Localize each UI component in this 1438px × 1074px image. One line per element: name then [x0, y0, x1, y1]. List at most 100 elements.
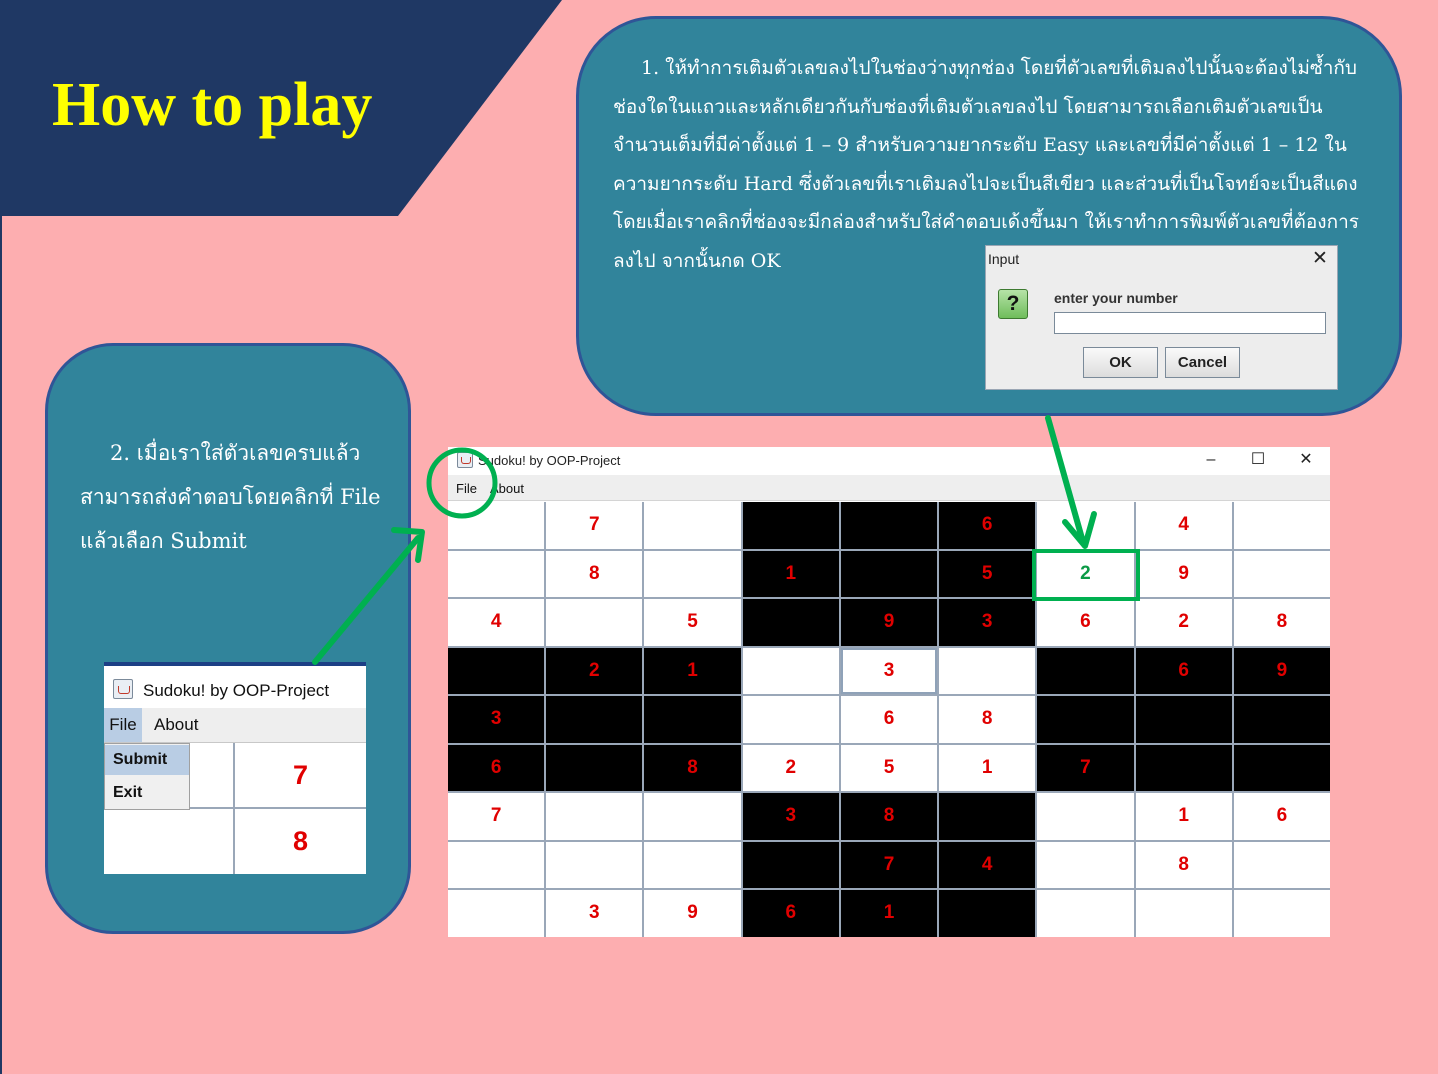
grid-cell[interactable]	[546, 793, 643, 840]
grid-cell[interactable]	[644, 696, 741, 743]
grid-cell[interactable]	[1233, 502, 1330, 549]
grid-cell[interactable]: 9	[1233, 647, 1330, 695]
grid-cell[interactable]: 4	[939, 841, 1036, 889]
grid-cell[interactable]: 1	[939, 744, 1036, 792]
minimize-icon[interactable]: –	[1196, 449, 1226, 473]
menu-item-submit[interactable]: Submit	[105, 745, 189, 775]
window-titlebar: Sudoku! by OOP-Project – ☐ ✕	[448, 447, 1330, 475]
menu-file[interactable]: File	[104, 708, 142, 742]
grid-cell[interactable]	[1135, 890, 1232, 937]
grid-cell[interactable]: 7	[840, 841, 938, 889]
grid-cell[interactable]: 3	[448, 696, 545, 743]
grid-cell[interactable]	[742, 647, 839, 695]
grid-cell[interactable]	[448, 647, 545, 695]
grid-cell[interactable]: 7	[448, 793, 545, 840]
grid-cell[interactable]: 8	[644, 744, 741, 792]
grid-cell[interactable]: 6	[448, 744, 545, 792]
grid-cell[interactable]	[1233, 696, 1330, 743]
grid-cell[interactable]: 1	[742, 550, 839, 598]
maximize-icon[interactable]: ☐	[1243, 449, 1273, 473]
grid-cell[interactable]: 2	[1037, 550, 1134, 598]
grid-cell[interactable]: 6	[1233, 793, 1330, 840]
grid-cell[interactable]: 9	[644, 890, 741, 937]
grid-cell[interactable]: 6	[840, 696, 938, 743]
grid-cell[interactable]: 8	[1135, 841, 1232, 889]
number-input[interactable]	[1054, 312, 1326, 334]
menu-about[interactable]: About	[490, 481, 524, 496]
grid-cell[interactable]	[1037, 890, 1134, 937]
grid-cell[interactable]	[448, 550, 545, 598]
grid-cell[interactable]	[840, 502, 938, 549]
grid-cell[interactable]: 5	[840, 744, 938, 792]
grid-cell[interactable]	[1135, 744, 1232, 792]
grid-cell[interactable]: 8	[939, 696, 1036, 743]
small-grid-cell[interactable]	[104, 809, 233, 874]
grid-cell[interactable]	[1233, 890, 1330, 937]
grid-cell[interactable]: 8	[1233, 599, 1330, 646]
grid-cell[interactable]: 4	[448, 599, 545, 646]
grid-cell[interactable]: 8	[546, 550, 643, 598]
grid-cell[interactable]: 3	[546, 890, 643, 937]
small-grid-cell[interactable]: 8	[235, 809, 366, 874]
menu-about[interactable]: About	[154, 708, 198, 742]
grid-cell[interactable]	[742, 599, 839, 646]
grid-cell[interactable]	[546, 599, 643, 646]
ok-button[interactable]: OK	[1083, 347, 1158, 378]
grid-cell[interactable]	[546, 744, 643, 792]
grid-cell[interactable]: 6	[742, 890, 839, 937]
menu-item-exit[interactable]: Exit	[105, 778, 189, 808]
grid-cell[interactable]: 3	[840, 647, 938, 695]
grid-cell[interactable]	[1233, 550, 1330, 598]
grid-cell[interactable]: 4	[1135, 502, 1232, 549]
grid-cell[interactable]: 2	[742, 744, 839, 792]
small-grid-cell[interactable]: 7	[235, 743, 366, 807]
grid-cell[interactable]	[448, 502, 545, 549]
grid-cell[interactable]	[644, 550, 741, 598]
grid-cell[interactable]	[742, 696, 839, 743]
grid-cell[interactable]: 3	[939, 599, 1036, 646]
grid-cell[interactable]	[644, 841, 741, 889]
grid-cell[interactable]	[1135, 696, 1232, 743]
grid-cell[interactable]: 5	[644, 599, 741, 646]
grid-cell[interactable]	[1233, 841, 1330, 889]
grid-cell[interactable]: 6	[939, 502, 1036, 549]
grid-cell[interactable]: 5	[939, 550, 1036, 598]
grid-cell[interactable]	[939, 793, 1036, 840]
grid-cell[interactable]	[1233, 744, 1330, 792]
grid-cell[interactable]: 2	[1135, 599, 1232, 646]
grid-cell[interactable]	[448, 841, 545, 889]
grid-cell[interactable]: 1	[840, 890, 938, 937]
grid-cell[interactable]: 3	[742, 793, 839, 840]
grid-cell[interactable]	[644, 793, 741, 840]
grid-cell[interactable]	[1037, 502, 1134, 549]
grid-cell[interactable]	[448, 890, 545, 937]
cancel-button[interactable]: Cancel	[1165, 347, 1240, 378]
grid-cell[interactable]	[1037, 696, 1134, 743]
window-title: Sudoku! by OOP-Project	[478, 453, 621, 468]
grid-cell[interactable]	[546, 696, 643, 743]
grid-cell[interactable]: 9	[1135, 550, 1232, 598]
grid-cell[interactable]: 6	[1037, 599, 1134, 646]
grid-cell[interactable]	[546, 841, 643, 889]
grid-cell[interactable]	[1037, 647, 1134, 695]
grid-cell[interactable]	[840, 550, 938, 598]
grid-cell[interactable]: 1	[644, 647, 741, 695]
close-icon[interactable]: ✕	[1312, 249, 1328, 269]
grid-cell[interactable]	[742, 502, 839, 549]
menu-file[interactable]: File	[456, 481, 477, 496]
close-icon[interactable]: ✕	[1291, 449, 1321, 473]
grid-cell[interactable]: 7	[546, 502, 643, 549]
grid-cell[interactable]: 1	[1135, 793, 1232, 840]
grid-cell[interactable]	[644, 502, 741, 549]
grid-cell[interactable]	[1037, 841, 1134, 889]
grid-cell[interactable]: 2	[546, 647, 643, 695]
grid-cell[interactable]	[1037, 793, 1134, 840]
grid-cell[interactable]: 8	[840, 793, 938, 840]
grid-cell[interactable]: 9	[840, 599, 938, 646]
grid-cell[interactable]: 6	[1135, 647, 1232, 695]
grid-cell[interactable]	[742, 841, 839, 889]
dialog-label: enter your number	[1054, 290, 1178, 306]
grid-cell[interactable]	[939, 890, 1036, 937]
grid-cell[interactable]: 7	[1037, 744, 1134, 792]
grid-cell[interactable]	[939, 647, 1036, 695]
